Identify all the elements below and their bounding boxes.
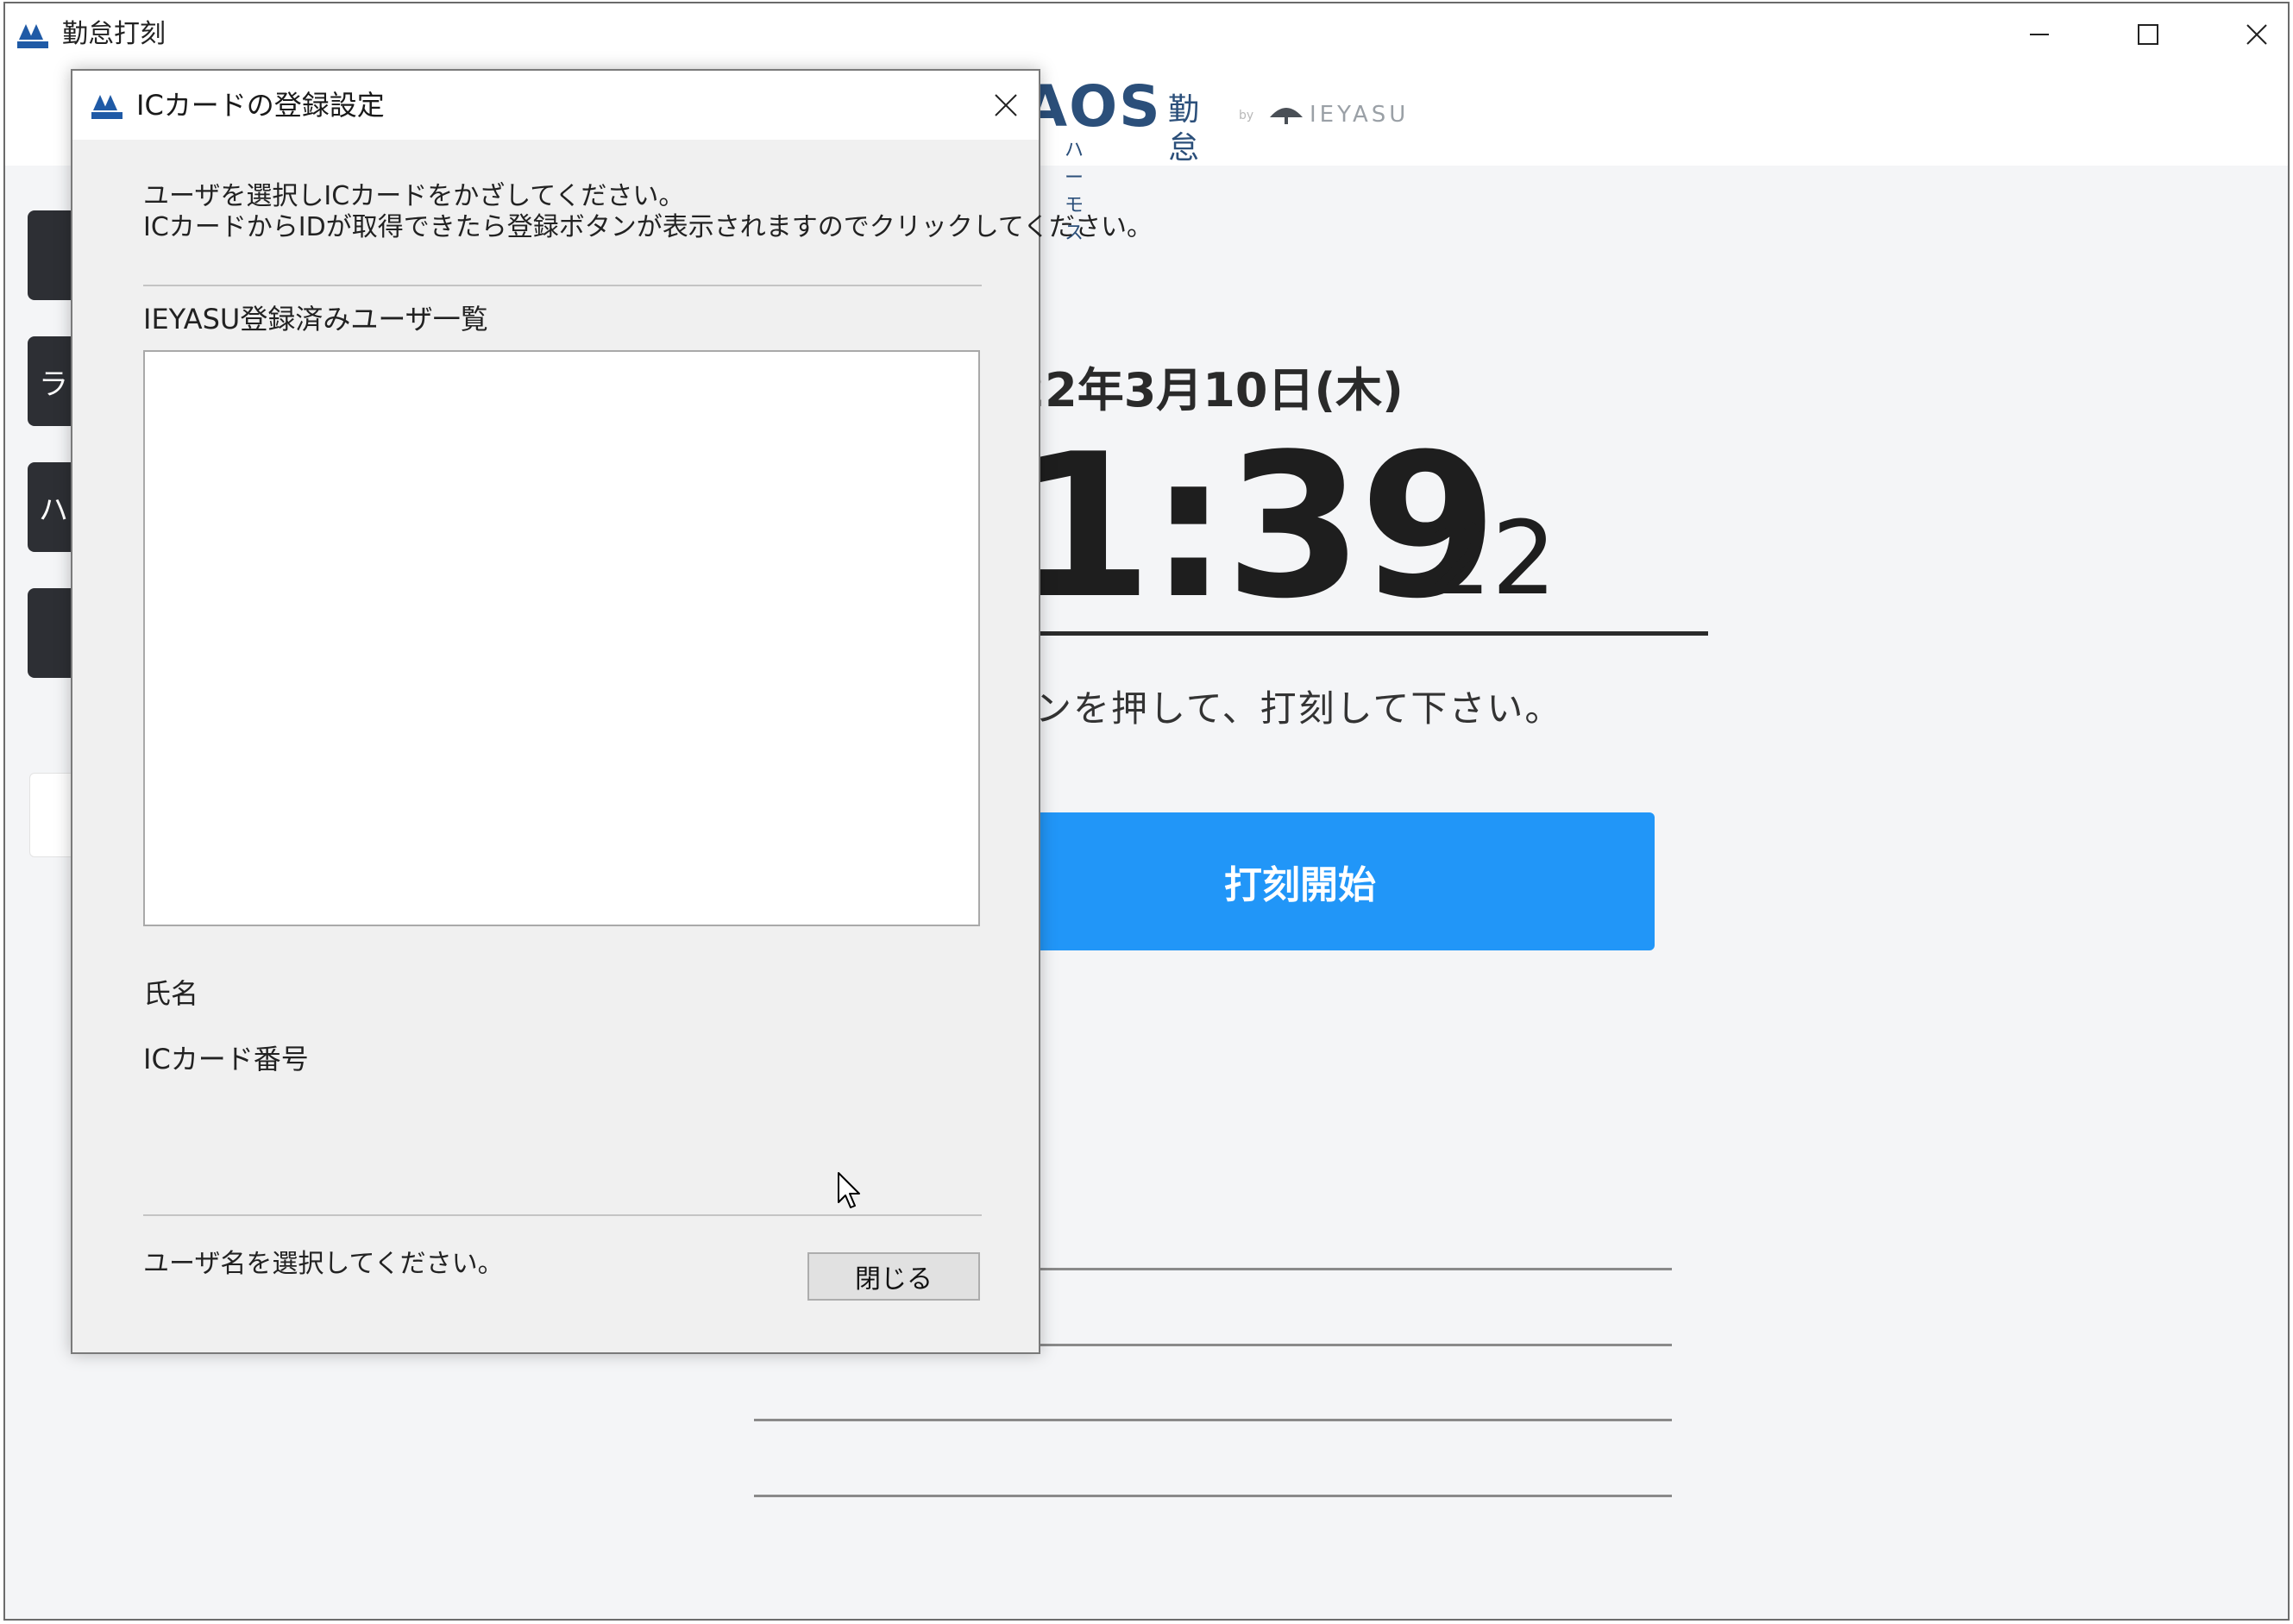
start-punch-button[interactable]: 打刻開始 bbox=[945, 812, 1655, 950]
dialog-title-bar: ICカードの登録設定 bbox=[72, 71, 1039, 140]
maximize-button[interactable] bbox=[2095, 3, 2202, 66]
name-label: 氏名 bbox=[143, 977, 199, 1010]
title-bar: 勤怠打刻 bbox=[5, 3, 2288, 66]
record-divider bbox=[754, 1495, 1672, 1497]
dialog-divider bbox=[143, 1214, 982, 1216]
clock-divider bbox=[971, 631, 1708, 636]
logo-ieyasu-text: IEYASU bbox=[1310, 102, 1410, 128]
sidebar-item-label: ハ bbox=[39, 492, 68, 528]
app-logo-icon bbox=[17, 24, 48, 48]
current-time: 1:39 bbox=[1015, 412, 1498, 643]
window-close-button[interactable] bbox=[2203, 3, 2288, 66]
record-divider bbox=[754, 1419, 1672, 1421]
maximize-icon bbox=[2138, 24, 2158, 45]
logo-text: AOS bbox=[1023, 73, 1162, 140]
close-icon bbox=[2246, 24, 2267, 45]
instruction-line-2: ICカードからIDが取得できたら登録ボタンが表示されますのでクリックしてください… bbox=[143, 212, 1153, 242]
logo-kintai-text: 勤怠 bbox=[1168, 92, 1200, 166]
ic-card-registration-dialog: ICカードの登録設定 ユーザを選択しICカードをかざしてください。 ICカードか… bbox=[71, 69, 1153, 1354]
minimize-icon bbox=[2030, 34, 2049, 35]
instruction-line-1: ユーザを選択しICカードをかざしてください。 bbox=[143, 181, 685, 211]
sidebar-item-label: ラ bbox=[39, 367, 68, 402]
minimize-button[interactable] bbox=[1986, 3, 2093, 66]
dialog-divider bbox=[143, 285, 982, 286]
punch-instruction: タンを押して、打刻して下さい。 bbox=[997, 687, 1563, 730]
mouse-pointer-icon bbox=[838, 1172, 860, 1208]
logo-by-text: by bbox=[1239, 109, 1254, 122]
current-seconds: 22 bbox=[1427, 498, 1557, 618]
user-list-label: IEYASU登録済みユーザ一覧 bbox=[143, 303, 488, 335]
fan-icon bbox=[1270, 108, 1303, 124]
close-button[interactable]: 閉じる bbox=[807, 1252, 980, 1301]
card-number-label: ICカード番号 bbox=[143, 1043, 309, 1075]
dialog-instructions: ユーザを選択しICカードをかざしてください。 ICカードからIDが取得できたら登… bbox=[143, 181, 1153, 243]
app-logo-icon bbox=[91, 95, 123, 119]
registered-user-list[interactable] bbox=[143, 350, 980, 926]
window-title: 勤怠打刻 bbox=[62, 19, 166, 49]
status-message: ユーザ名を選択してください。 bbox=[143, 1249, 504, 1279]
dialog-close-x-button[interactable] bbox=[973, 71, 1039, 140]
dialog-title: ICカードの登録設定 bbox=[136, 89, 385, 122]
close-icon bbox=[995, 94, 1017, 116]
